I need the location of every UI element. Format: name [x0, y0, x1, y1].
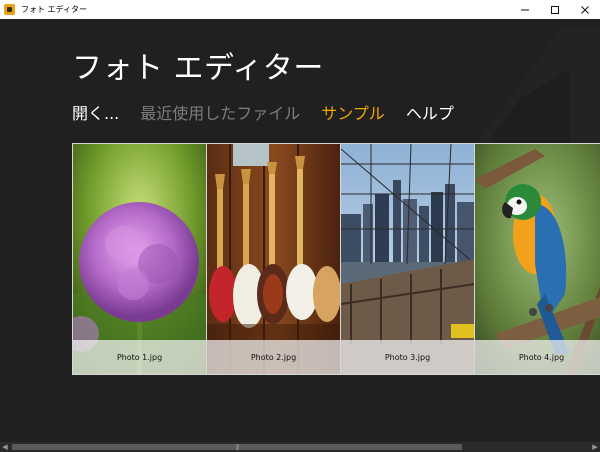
main-nav: 開く... 最近使用したファイル サンプル ヘルプ [72, 100, 475, 124]
minimize-icon [521, 9, 529, 10]
title-bar: フォト エディター [0, 0, 600, 19]
scroll-left-arrow-icon[interactable]: ◀ [0, 442, 10, 452]
horizontal-scrollbar[interactable]: ◀ ||| ▶ [0, 442, 600, 452]
sample-gallery: Photo 1.jpg Photo 2.jpg Photo 3.jpg Phot… [72, 143, 600, 375]
window-title: フォト エディター [21, 5, 87, 14]
app-icon [4, 4, 15, 15]
nav-help[interactable]: ヘルプ [406, 100, 454, 124]
gallery-item-caption: Photo 4.jpg [475, 340, 600, 374]
gallery-item-caption: Photo 2.jpg [207, 340, 340, 374]
close-button[interactable] [570, 0, 600, 19]
gallery-item-photo-2[interactable]: Photo 2.jpg [207, 144, 341, 374]
grip-icon: ||| [235, 443, 239, 451]
scroll-right-arrow-icon[interactable]: ▶ [590, 442, 600, 452]
nav-recent-files[interactable]: 最近使用したファイル [140, 100, 300, 124]
maximize-icon [551, 5, 559, 14]
gallery-item-caption: Photo 3.jpg [341, 340, 474, 374]
nav-samples[interactable]: サンプル [321, 100, 385, 124]
gallery-item-photo-4[interactable]: Photo 4.jpg [475, 144, 600, 374]
close-icon [581, 5, 589, 14]
page-title: フォト エディター [72, 51, 324, 86]
maximize-button[interactable] [540, 0, 570, 19]
gallery-item-photo-3[interactable]: Photo 3.jpg [341, 144, 475, 374]
nav-open[interactable]: 開く... [72, 100, 119, 124]
window-controls [510, 0, 600, 19]
gallery-item-caption: Photo 1.jpg [73, 340, 206, 374]
main-area: フォト エディター 開く... 最近使用したファイル サンプル ヘルプ Phot… [0, 19, 600, 442]
gallery-item-photo-1[interactable]: Photo 1.jpg [73, 144, 207, 374]
minimize-button[interactable] [510, 0, 540, 19]
scrollbar-thumb[interactable]: ||| [12, 443, 462, 451]
